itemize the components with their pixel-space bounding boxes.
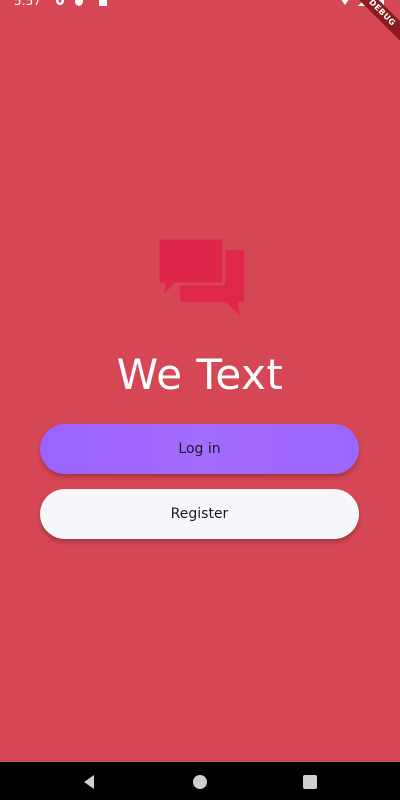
navigation-bar [0, 762, 400, 800]
wifi-icon [341, 0, 349, 5]
sd-card-icon [99, 0, 107, 6]
login-button[interactable]: Log in [40, 424, 359, 474]
welcome-screen: 5:57 DEBUG We Text Log in Register [0, 0, 400, 800]
gear-icon [56, 0, 64, 5]
register-button[interactable]: Register [40, 489, 359, 539]
home-icon[interactable] [190, 774, 210, 790]
app-title: We Text [116, 350, 284, 399]
register-button-label: Register [170, 506, 229, 522]
recents-icon[interactable] [300, 774, 320, 790]
back-icon[interactable] [80, 774, 100, 790]
chat-bubbles-icon [156, 236, 244, 316]
login-button-label: Log in [178, 441, 221, 457]
status-bar: 5:57 [0, 0, 400, 10]
status-time: 5:57 [14, 0, 41, 8]
shield-icon [75, 0, 83, 6]
